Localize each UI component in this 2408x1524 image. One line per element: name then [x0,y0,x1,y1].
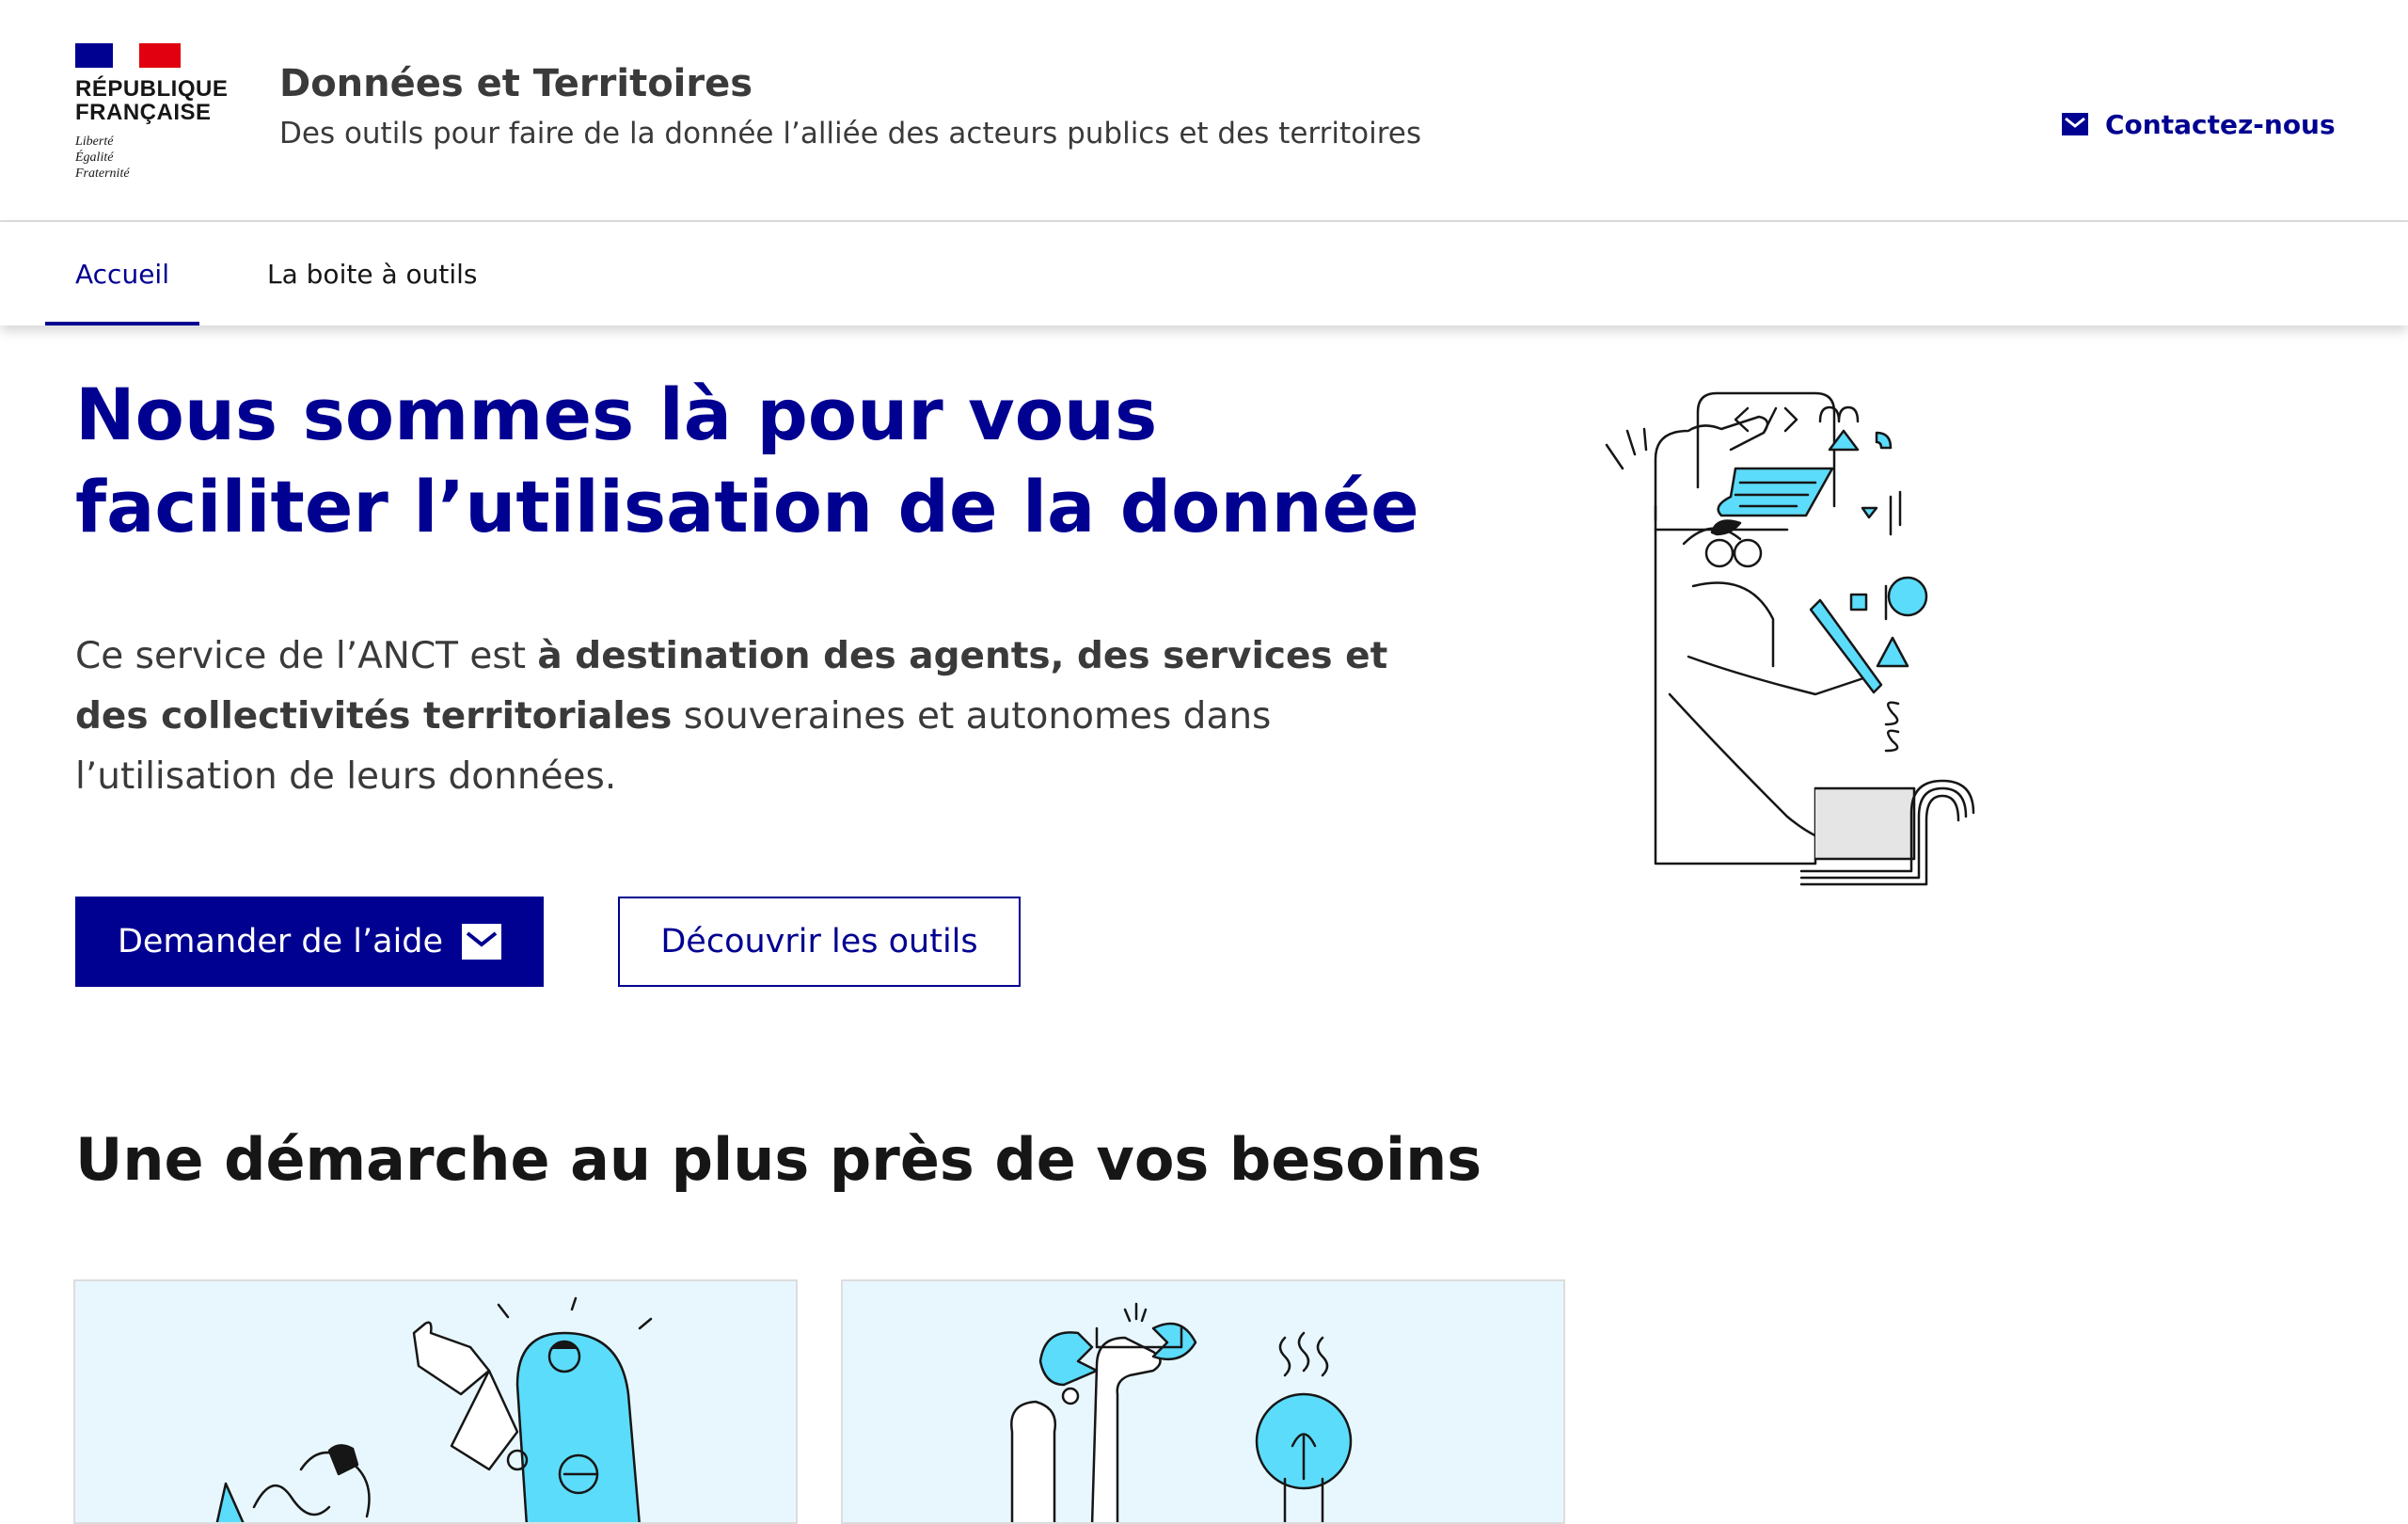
motto-line-3: Fraternité [75,167,130,181]
service-tagline: Des outils pour faire de la donnée l’all… [279,117,1421,151]
tools-lightbulb-illustration [1010,1302,1353,1522]
request-help-label: Demander de l’aide [117,923,444,960]
motto-line-1: Liberté [75,135,114,149]
discover-tools-button[interactable]: Découvrir les outils [618,897,1021,987]
hero-title: Nous sommes là pour vous faciliter l’uti… [75,373,1419,548]
logo-motto: Liberté Égalité Fraternité [75,134,235,182]
motto-line-2: Égalité [75,151,114,165]
nav-item-boite-a-outils[interactable]: La boite à outils [267,222,478,325]
contact-label: Contactez-nous [2105,108,2336,140]
mail-icon [462,924,502,960]
card-1[interactable] [73,1279,798,1524]
main-navigation: Accueil La boite à outils [0,222,2408,325]
republique-francaise-logo[interactable]: RÉPUBLIQUE FRANÇAISE Liberté Égalité Fra… [75,43,235,184]
contact-link[interactable]: Contactez-nous [2062,105,2336,143]
logo-text: RÉPUBLIQUE FRANÇAISE [75,77,235,124]
request-help-button[interactable]: Demander de l’aide [75,897,544,987]
hero-description: Ce service de l’ANCT est à destination d… [75,627,1411,807]
logo-line-1: RÉPUBLIQUE [75,76,229,102]
site-header: RÉPUBLIQUE FRANÇAISE Liberté Égalité Fra… [0,0,2408,222]
card-2[interactable] [841,1279,1565,1524]
service-title[interactable]: Données et Territoires [279,62,752,105]
person-drawing-data-illustration [1605,391,1975,886]
hero-desc-part1: Ce service de l’ANCT est [75,635,538,677]
team-collaboration-illustration [215,1296,653,1522]
mail-icon [2062,113,2088,135]
marianne-flag-icon [75,43,181,68]
nav-item-accueil[interactable]: Accueil [45,222,199,325]
section-title: Une démarche au plus près de vos besoins [75,1125,1482,1194]
logo-line-2: FRANÇAISE [75,100,212,125]
